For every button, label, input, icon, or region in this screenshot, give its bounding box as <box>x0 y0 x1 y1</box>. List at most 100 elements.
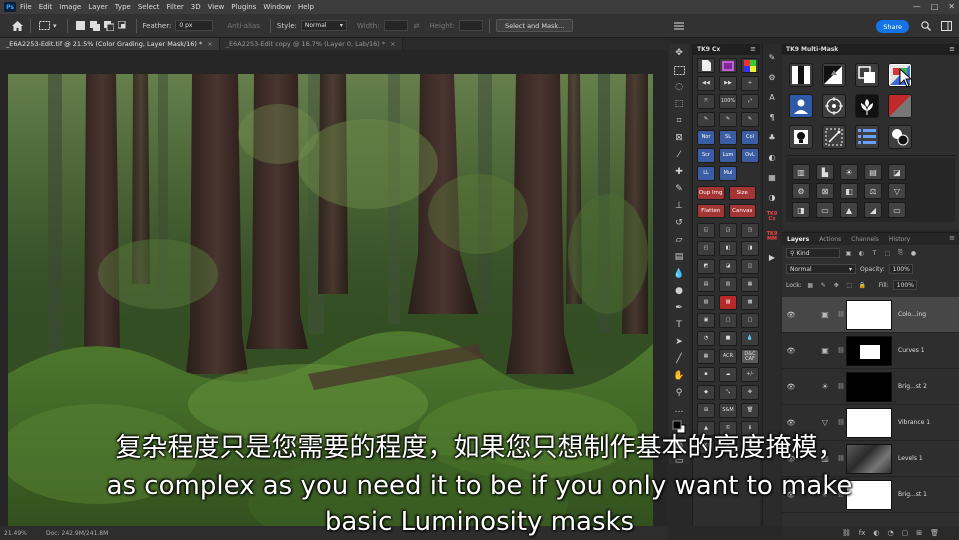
menu-help[interactable]: Help <box>298 3 314 11</box>
add-selection-icon[interactable] <box>88 19 102 33</box>
layer-mask-thumbnail[interactable] <box>846 335 892 366</box>
visibility-eye-icon[interactable]: 👁 <box>782 491 800 499</box>
target-mask-button[interactable] <box>822 94 846 118</box>
tk9-canvas-button[interactable]: Canvas <box>728 204 756 218</box>
layer-name[interactable]: Brig...st 2 <box>898 383 927 390</box>
maximize-icon[interactable]: □ <box>931 2 939 11</box>
link-icon[interactable]: ⛓ <box>836 491 846 498</box>
tk9-tool-button[interactable]: ◆ <box>697 385 715 400</box>
layer-row[interactable]: 👁 ☀ ⛓ Brig...st 1 <box>782 477 959 513</box>
panel-menu-icon[interactable]: ≡ <box>949 234 955 242</box>
tk9-tool-button[interactable]: ≋ <box>741 439 759 454</box>
adjustments-icon[interactable]: ◑ <box>765 190 779 204</box>
opacity-input[interactable]: 100% <box>888 264 913 274</box>
multimask-small-button[interactable]: ▤ <box>864 164 882 180</box>
shape-filter-icon[interactable]: ⬚ <box>883 249 892 258</box>
tk9-tool-button[interactable]: ▤ <box>697 277 715 292</box>
link-icon[interactable]: ⛓ <box>836 311 846 318</box>
tab-layers[interactable]: Layers <box>782 236 814 243</box>
photoshop-logo-icon[interactable]: Ps <box>4 2 16 12</box>
tk9-tool-button[interactable]: S&M <box>719 403 737 418</box>
layer-row[interactable]: 👁 ▣ ⛓ Curves 1 <box>782 333 959 369</box>
fx-icon[interactable]: fx <box>859 529 866 537</box>
tk9-tool-button[interactable]: ☁ <box>719 367 737 382</box>
tk9-brush-black-button[interactable]: ✎ <box>697 112 715 127</box>
menu-edit[interactable]: Edit <box>39 3 53 11</box>
tk9-tool-button[interactable]: ▩ <box>741 295 759 310</box>
multimask-small-button[interactable]: ⚖ <box>864 183 882 199</box>
layer-name[interactable]: Brig...st 1 <box>898 491 927 498</box>
move-tool-icon[interactable]: ✥ <box>671 45 687 61</box>
multimask-small-button[interactable]: ▥ <box>792 164 810 180</box>
trash-icon[interactable]: 🗑 <box>930 529 939 537</box>
tk9-tool-button[interactable]: 🗑 <box>741 403 759 418</box>
menu-file[interactable]: File <box>20 3 32 11</box>
brush-tool-icon[interactable]: ✎ <box>671 181 687 197</box>
intersect-selection-icon[interactable] <box>116 19 130 33</box>
link-icon[interactable]: ⛓ <box>836 383 846 390</box>
new-layer-icon[interactable]: ⊞ <box>916 529 922 537</box>
multimask-small-button[interactable]: ▙ <box>816 164 834 180</box>
select-and-mask-button[interactable]: Select and Mask... <box>495 19 574 32</box>
lock-all-icon[interactable]: 🔒 <box>858 281 867 290</box>
tk9-flatten-button[interactable]: Flatten <box>697 204 725 218</box>
luminosity-mask-button[interactable] <box>789 63 813 87</box>
menu-filter[interactable]: Filter <box>166 3 183 11</box>
hand-tool-icon[interactable]: ✋ <box>671 368 687 384</box>
add-mask-icon[interactable]: ◐ <box>873 529 879 537</box>
dodge-tool-icon[interactable]: ● <box>671 283 687 299</box>
close-icon[interactable]: × <box>390 40 395 48</box>
multimask-small-button[interactable]: ☀ <box>840 164 858 180</box>
marquee-tool-icon[interactable] <box>671 62 687 78</box>
tk9-next-button[interactable]: ▶▶ <box>719 76 737 91</box>
history-brush-tool-icon[interactable]: ↺ <box>671 215 687 231</box>
layer-mask-thumbnail[interactable] <box>846 479 892 510</box>
layer-row[interactable]: 👁 ▥ ⛓ Levels 1 <box>782 441 959 477</box>
document-tab-active[interactable]: _E6A2253-Edit.tif @ 21.5% (Color Grading… <box>0 38 220 50</box>
type-tool-icon[interactable]: T <box>671 317 687 333</box>
selection-mask-button[interactable] <box>822 125 846 149</box>
new-selection-icon[interactable] <box>74 19 88 33</box>
panel-menu-icon[interactable]: ≡ <box>750 45 756 53</box>
lightbulb-mask-button[interactable] <box>789 125 813 149</box>
tk9-tool-button[interactable]: © <box>719 421 737 436</box>
layer-name[interactable]: Levels 1 <box>898 455 923 462</box>
canvas-area[interactable] <box>0 50 667 540</box>
multimask-small-button[interactable]: ◨ <box>792 202 810 218</box>
lock-image-icon[interactable]: ✎ <box>819 281 828 290</box>
layer-mask-thumbnail[interactable] <box>846 299 892 330</box>
crop-tool-icon[interactable]: ⌗ <box>671 113 687 129</box>
tk9-add-button[interactable]: + <box>741 76 759 91</box>
mask-combine-button[interactable] <box>855 63 879 87</box>
tk9-blend-color-button[interactable]: Col <box>741 130 759 145</box>
kind-filter-select[interactable]: ⚲ Kind <box>786 248 840 258</box>
tk9-tool-button[interactable]: 💧 <box>741 331 759 346</box>
menu-layer[interactable]: Layer <box>88 3 108 11</box>
character-icon[interactable]: A <box>765 90 779 104</box>
line-tool-icon[interactable]: ╱ <box>671 351 687 367</box>
tk9-tool-button[interactable]: ▨ <box>719 295 737 310</box>
tk9-tool-button[interactable]: ◱ <box>697 223 715 238</box>
color-icon[interactable]: ◐ <box>765 150 779 164</box>
tk9-tool-button[interactable]: ◧ <box>719 241 737 256</box>
tk9-tool-button[interactable]: +/- <box>741 367 759 382</box>
tk9-tool-button[interactable]: ◪ <box>719 259 737 274</box>
tk9-tool-button[interactable]: ◫ <box>741 259 759 274</box>
lock-transparent-icon[interactable]: ▦ <box>806 281 815 290</box>
menu-image[interactable]: Image <box>59 3 81 11</box>
tk9-brush-white-button[interactable]: ✎ <box>719 112 737 127</box>
tk9-tool-button[interactable]: ✥ <box>741 385 759 400</box>
tk9-tool-button[interactable]: ▧ <box>697 295 715 310</box>
zoom-tool-icon[interactable]: ⚲ <box>671 385 687 401</box>
type-filter-icon[interactable]: T <box>870 249 879 258</box>
home-icon[interactable] <box>10 19 24 33</box>
layer-mask-thumbnail[interactable] <box>846 443 892 474</box>
link-icon[interactable]: ⛓ <box>836 419 846 426</box>
close-window-icon[interactable]: ✕ <box>948 2 955 11</box>
multimask-small-button[interactable]: ▲ <box>840 202 858 218</box>
tk9-tool-button[interactable]: ▢ <box>719 313 737 328</box>
more-tools-icon[interactable]: … <box>671 402 687 418</box>
marquee-tool-icon[interactable] <box>37 19 51 33</box>
width-input[interactable] <box>383 20 408 31</box>
tk9-mm-icon[interactable]: TK9 MM <box>765 230 779 244</box>
